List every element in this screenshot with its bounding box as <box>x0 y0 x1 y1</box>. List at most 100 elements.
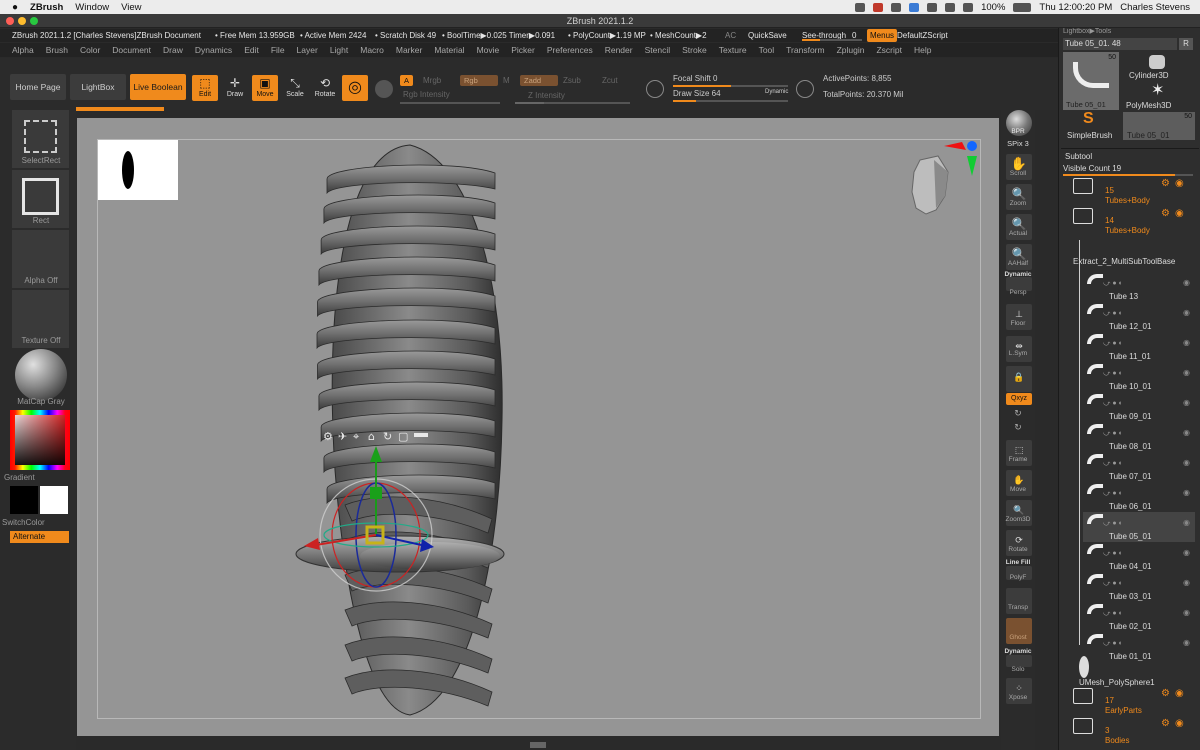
subtool-item[interactable]: Tube 04_01 ⤻ ● ◐ ◉ <box>1083 542 1195 572</box>
eye-icon[interactable]: ◉ <box>1183 578 1190 587</box>
axis-z-green-icon[interactable] <box>967 156 977 176</box>
subtool-item[interactable]: Tube 03_01 ⤻ ● ◐ ◉ <box>1083 572 1195 602</box>
subtool-toggles[interactable]: ⤻ ● ◐ <box>1103 400 1123 408</box>
xyz-button[interactable]: Qxyz <box>1006 393 1032 405</box>
subtool-name: Tube 06_01 <box>1109 502 1152 511</box>
subtool-toggles[interactable]: ⤻ ● ◐ <box>1103 580 1123 588</box>
ghost-label: Ghost <box>1009 634 1027 641</box>
r-button[interactable]: R <box>1179 38 1193 50</box>
eye-icon[interactable]: ◉ <box>1183 488 1190 497</box>
subtool-folder[interactable]: 15 Tubes+Body ⚙ ◉ <box>1063 178 1195 206</box>
right-tool-strip: BPR SPix 3 ✋ Scroll 🔍 Zoom 🔍 Actual 🔍 AA… <box>1001 104 1035 750</box>
subtool-item[interactable]: Tube 08_01 ⤻ ● ◐ ◉ <box>1083 422 1195 452</box>
eye-icon[interactable]: ◉ <box>1183 458 1190 467</box>
gizmo-lock-icon[interactable]: ▢ <box>398 430 408 443</box>
subtool-toggles[interactable]: ⤻ ● ◐ <box>1103 460 1123 468</box>
spix-slider[interactable]: SPix 3 <box>1001 139 1035 148</box>
subtool-item[interactable]: Tube 02_01 ⤻ ● ◐ ◉ <box>1083 602 1195 632</box>
move-view-label: Move <box>1010 486 1026 493</box>
eye-icon[interactable]: ◉ <box>1183 518 1190 527</box>
rotate-z-icon[interactable]: ↻ <box>1001 422 1035 433</box>
eye-icon[interactable]: ◉ <box>1183 338 1190 347</box>
subtool-item[interactable]: Tube 12_01 ⤻ ● ◐ ◉ <box>1083 302 1195 332</box>
subtool-folder[interactable]: 14 Tubes+Body ⚙ ◉ <box>1063 208 1195 236</box>
lsym-button[interactable]: ⇹ <box>1006 336 1032 362</box>
eye-icon[interactable]: ◉ <box>1183 428 1190 437</box>
folder-icon <box>1073 178 1093 194</box>
gizmo-settings-icon[interactable]: ⚙ <box>323 430 333 443</box>
gizmo-slider-icon[interactable] <box>414 433 428 437</box>
subtool-name[interactable]: Extract_2_MultiSubToolBase <box>1073 257 1175 266</box>
canvas-scroll-bottom[interactable] <box>530 742 546 748</box>
visible-count-slider[interactable]: Visible Count 19 <box>1063 164 1121 173</box>
settings-icon[interactable]: ⚙ <box>1161 178 1170 189</box>
folder-tree-line <box>1079 240 1080 645</box>
thumb-count: 50 <box>1108 54 1116 61</box>
subtool-item[interactable]: Tube 05_01 ⤻ ● ◐ ◉ <box>1083 512 1195 542</box>
subtool-toggles[interactable]: ⤻ ● ◐ <box>1103 520 1123 528</box>
subtool-name: Tube 02_01 <box>1109 622 1152 631</box>
eye-icon[interactable]: ◉ <box>1183 278 1190 287</box>
eye-icon[interactable]: ◉ <box>1175 688 1184 699</box>
subtool-toggles[interactable]: ⤻ ● ◐ <box>1103 430 1123 438</box>
folder-icon <box>1073 208 1093 224</box>
settings-icon[interactable]: ⚙ <box>1161 718 1170 729</box>
polymesh3d-thumb[interactable]: ✶ PolyMesh3D <box>1123 80 1195 110</box>
axis-y-blue-icon[interactable] <box>967 141 977 151</box>
subtool-title[interactable]: Subtool <box>1065 152 1092 161</box>
tube-thumb-2[interactable]: 50 Tube 05_01 <box>1123 112 1195 140</box>
subtool-toggles[interactable]: ⤻ ● ◐ <box>1103 640 1123 648</box>
gizmo-y-handle[interactable] <box>370 487 382 499</box>
orientation-head[interactable] <box>911 141 977 215</box>
subtool-toggles[interactable]: ⤻ ● ◐ <box>1103 550 1123 558</box>
subtool-item[interactable]: Tube 13 ⤻ ● ◐ ◉ <box>1083 272 1195 302</box>
eye-icon[interactable]: ◉ <box>1175 208 1184 219</box>
lightbox-tools-header[interactable]: Lightbox▶Tools <box>1063 28 1195 35</box>
subtool-toggles[interactable]: ⤻ ● ◐ <box>1103 340 1123 348</box>
eye-icon[interactable]: ◉ <box>1183 638 1190 647</box>
subtool-toggles[interactable]: ⤻ ● ◐ <box>1103 310 1123 318</box>
eye-icon[interactable]: ◉ <box>1183 608 1190 617</box>
subtool-item[interactable]: Tube 06_01 ⤻ ● ◐ ◉ <box>1083 482 1195 512</box>
subtool-item[interactable]: Tube 10_01 ⤻ ● ◐ ◉ <box>1083 362 1195 392</box>
subtool-folder[interactable]: 3 Bodies ⚙ ◉ <box>1063 718 1195 746</box>
folder-count: 14 <box>1105 216 1114 225</box>
eye-icon[interactable]: ◉ <box>1183 398 1190 407</box>
simplebrush-thumb[interactable]: S SimpleBrush <box>1063 110 1119 140</box>
cylinder3d-thumb[interactable]: Cylinder3D <box>1123 52 1195 80</box>
settings-icon[interactable]: ⚙ <box>1161 688 1170 699</box>
rotate-y-icon[interactable]: ↻ <box>1001 408 1035 419</box>
rotate-view-label: Rotate <box>1008 546 1028 553</box>
subtool-item[interactable]: UMesh_PolySphere1 <box>1063 656 1195 687</box>
subtool-toggles[interactable]: ⤻ ● ◐ <box>1103 370 1123 378</box>
tool-name-slider[interactable]: Tube 05_01. 48 <box>1063 38 1177 50</box>
tube-icon <box>1087 334 1103 344</box>
eye-icon[interactable]: ◉ <box>1183 548 1190 557</box>
tube-icon <box>1087 544 1103 554</box>
settings-icon[interactable]: ⚙ <box>1161 208 1170 219</box>
lock-button[interactable]: 🔒 <box>1006 366 1032 392</box>
subtool-toggles[interactable]: ⤻ ● ◐ <box>1103 490 1123 498</box>
xyz-label: Qxyz <box>1011 395 1027 402</box>
eye-icon[interactable]: ◉ <box>1175 718 1184 729</box>
visible-count-bar[interactable] <box>1063 174 1193 176</box>
gizmo-pin-icon[interactable]: ✈ <box>338 430 347 443</box>
zoom-label: Zoom <box>1009 200 1027 207</box>
tube-icon <box>1087 364 1103 374</box>
gizmo-locate-icon[interactable]: ⌖ <box>353 430 359 443</box>
subtool-item[interactable]: Tube 09_01 ⤻ ● ◐ ◉ <box>1083 392 1195 422</box>
subtool-item[interactable]: Tube 07_01 ⤻ ● ◐ ◉ <box>1083 452 1195 482</box>
subtool-name: Tube 07_01 <box>1109 472 1152 481</box>
eye-icon[interactable]: ◉ <box>1175 178 1184 189</box>
subtool-toggles[interactable]: ⤻ ● ◐ <box>1103 610 1123 618</box>
subtool-toggles[interactable]: ⤻ ● ◐ <box>1103 280 1123 288</box>
axis-x-red-icon[interactable] <box>944 142 966 150</box>
tool-thumb-active[interactable]: 50 Tube 05_01 <box>1063 52 1119 110</box>
eye-icon[interactable]: ◉ <box>1183 308 1190 317</box>
subtool-folder[interactable]: 17 EarlyParts ⚙ ◉ <box>1063 688 1195 716</box>
gizmo-home-icon[interactable]: ⌂ <box>368 430 375 443</box>
folder-name: EarlyParts <box>1105 706 1142 715</box>
eye-icon[interactable]: ◉ <box>1183 368 1190 377</box>
gizmo-reset-icon[interactable]: ↻ <box>383 430 392 443</box>
subtool-item[interactable]: Tube 11_01 ⤻ ● ◐ ◉ <box>1083 332 1195 362</box>
